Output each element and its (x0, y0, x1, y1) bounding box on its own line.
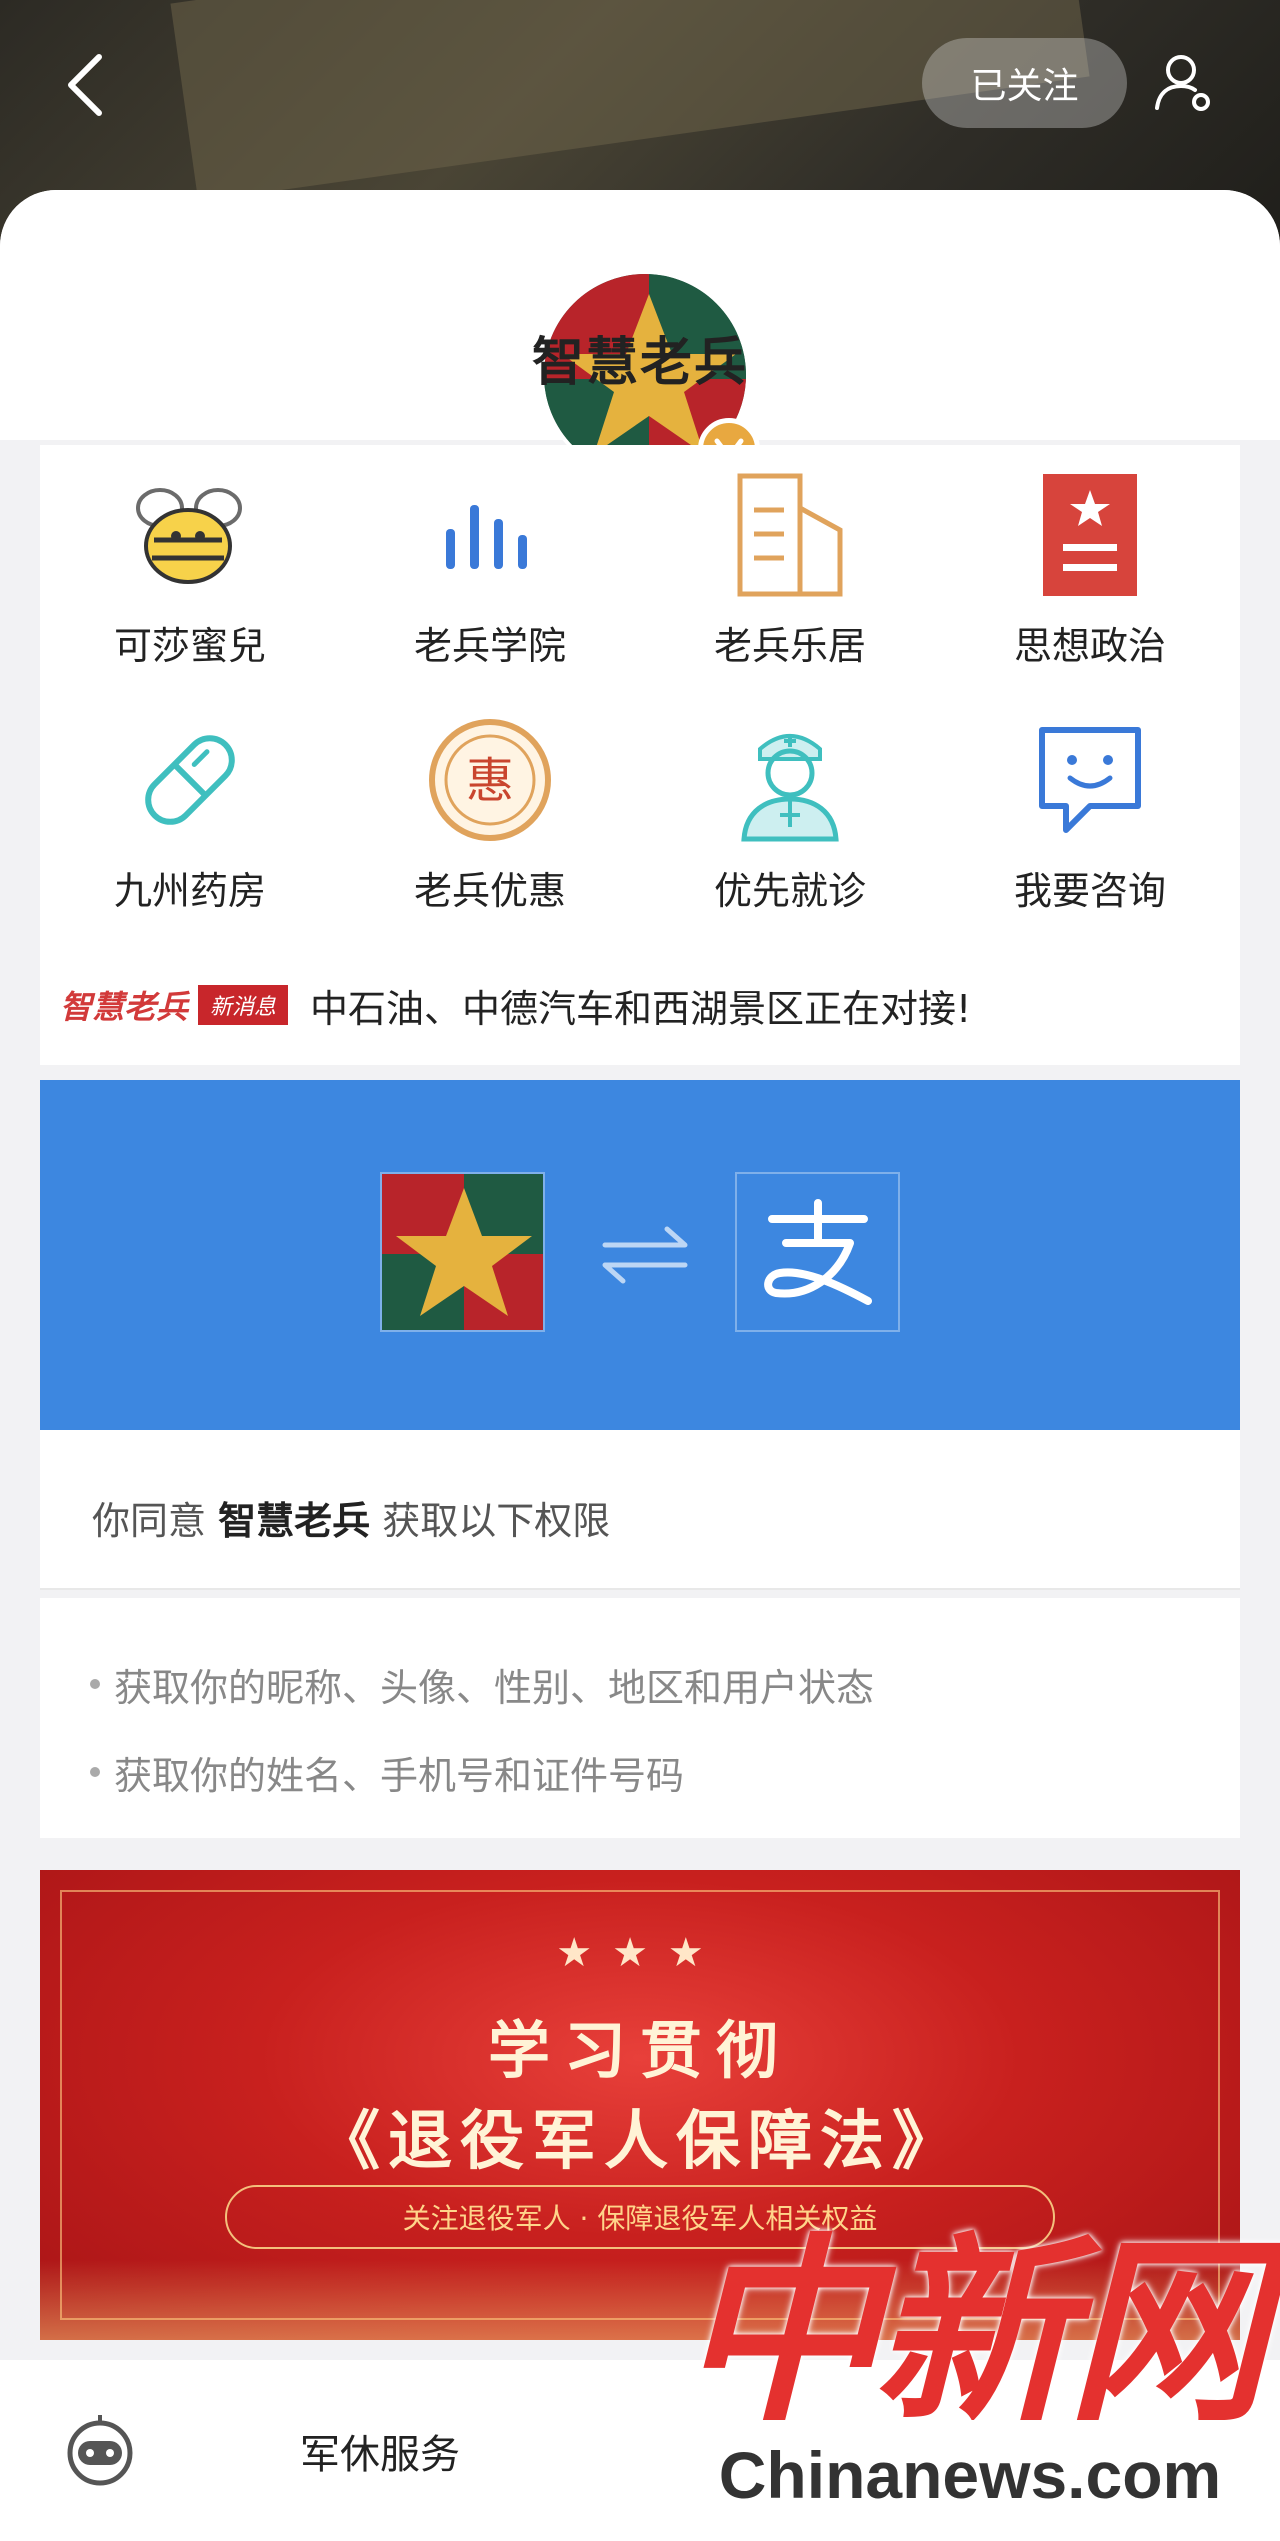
promo-stars: ★★★ (556, 1930, 724, 1976)
authorization-banner (40, 1080, 1240, 1430)
service-veteran-academy[interactable]: 老兵学院 (340, 465, 640, 670)
promo-banner[interactable]: ★★★ 学习贯彻 《退役军人保障法》 关注退役军人 · 保障退役军人相关权益 (40, 1870, 1240, 2340)
service-label: 九州药房 (113, 869, 266, 913)
promo-title-line1: 学习贯彻 (487, 2014, 792, 2087)
service-consultation[interactable]: 我要咨询 (940, 710, 1240, 915)
chat-icon (1020, 710, 1160, 850)
tab-personal-center[interactable]: 个人中心 (920, 2360, 1280, 2541)
svg-text:惠: 惠 (466, 753, 514, 809)
bar-chart-icon (420, 465, 560, 605)
tab-veteran-affairs[interactable]: 老兵事 (560, 2360, 920, 2541)
account-name: 智慧老兵 (531, 333, 748, 393)
exchange-arrows-icon (595, 1215, 695, 1295)
permission-list: 获取你的昵称、头像、性别、地区和用户状态 获取你的姓名、手机号和证件号码 (40, 1598, 1240, 1838)
service-label: 我要咨询 (1013, 869, 1166, 913)
news-text: 中石油、中德汽车和西湖景区正在对接! (310, 986, 972, 1031)
pill-icon (120, 710, 260, 850)
follow-status-button[interactable]: 已关注 (922, 38, 1127, 128)
service-label: 老兵乐居 (713, 624, 866, 668)
promo-subtitle: 关注退役军人 · 保障退役军人相关权益 (225, 2185, 1055, 2249)
service-priority-clinic[interactable]: 优先就诊 (640, 710, 940, 915)
promo-title-line2: 《退役军人保障法》 (316, 2105, 964, 2179)
bee-icon (120, 465, 260, 605)
service-veteran-discount[interactable]: 惠 老兵优惠 (340, 710, 640, 915)
news-tag: 智慧老兵 (60, 988, 189, 1026)
service-jiuzhou-pharmacy[interactable]: 九州药房 (40, 710, 340, 915)
app-logo-icon (380, 1172, 545, 1332)
bottom-tab-bar: 军休服务 老兵事 个人中心 (0, 2360, 1280, 2541)
document-star-icon (1020, 465, 1160, 605)
permission-item: 获取你的昵称、头像、性别、地区和用户状态 (90, 1640, 1240, 1728)
consent-heading: 你同意 智慧老兵 获取以下权限 (40, 1430, 1240, 1590)
service-label: 优先就诊 (713, 869, 866, 913)
alipay-logo-icon (735, 1172, 900, 1332)
doctor-icon (720, 710, 860, 850)
user-settings-icon (1155, 55, 1210, 111)
robot-icon (67, 2414, 133, 2485)
robot-assistant-button[interactable] (0, 2360, 200, 2541)
service-label: 思想政治 (1013, 624, 1166, 668)
tab-military-retirement-service[interactable]: 军休服务 (200, 2360, 560, 2541)
chevron-left-icon (68, 54, 102, 116)
permission-item: 获取你的姓名、手机号和证件号码 (90, 1728, 1240, 1816)
service-label: 可莎蜜兒 (113, 624, 266, 668)
discount-icon: 惠 (420, 710, 560, 850)
service-label: 老兵学院 (413, 624, 566, 668)
service-label: 老兵优惠 (413, 869, 566, 913)
consent-app-name: 智慧老兵 (218, 1499, 371, 1543)
service-kesha-mier[interactable]: 可莎蜜兒 (40, 465, 340, 670)
news-sub-tag: 新消息 (198, 985, 289, 1025)
consent-prefix: 你同意 (92, 1499, 207, 1543)
consent-suffix: 获取以下权限 (382, 1499, 611, 1543)
service-ideology-politics[interactable]: 思想政治 (940, 465, 1240, 670)
profile-button[interactable] (1145, 42, 1225, 122)
back-button[interactable] (55, 45, 115, 125)
building-icon (720, 465, 860, 605)
service-veteran-housing[interactable]: 老兵乐居 (640, 465, 940, 670)
account-header (0, 190, 1280, 480)
news-ticker[interactable]: 智慧老兵 新消息 中石油、中德汽车和西湖景区正在对接! (60, 965, 1220, 1045)
